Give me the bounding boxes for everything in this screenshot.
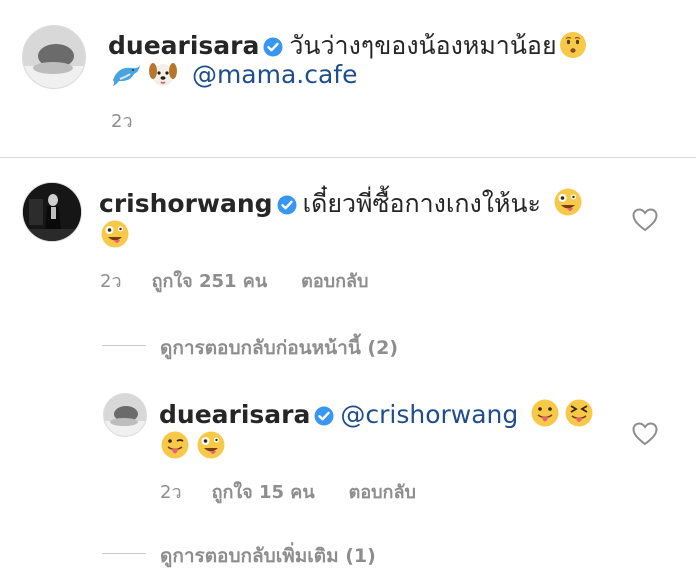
caption-mention[interactable]: @mama.cafe — [192, 60, 358, 89]
hushed-face-emoji — [559, 32, 586, 58]
caption-timestamp: 2ว — [111, 111, 133, 132]
tongue-out-emoji — [531, 399, 559, 427]
heart-outline-icon[interactable] — [632, 208, 658, 232]
comment-1-meta: 2ว ถูกใจ 251 คน ตอบกลับ — [100, 266, 402, 295]
view-more-replies-button[interactable]: ดูการตอบกลับเพิ่มเติม (1) — [160, 541, 376, 571]
reply-reply-button[interactable]: ตอบกลับ — [349, 482, 416, 503]
reply-timestamp: 2ว — [160, 482, 182, 503]
reply-likes[interactable]: ถูกใจ 15 คน — [212, 482, 315, 503]
reply-line: duearisara @crishorwang — [159, 398, 594, 430]
thread-line — [102, 553, 146, 554]
dog-face-emoji — [149, 63, 177, 86]
reply-line-2 — [160, 430, 226, 462]
caption-text: วันว่างๆของน้องหมาน้อย — [289, 31, 557, 60]
verified-badge-icon — [277, 195, 297, 215]
comment-1-timestamp: 2ว — [100, 271, 122, 292]
caption-divider — [0, 157, 696, 158]
reply-mention[interactable]: @crishorwang — [340, 400, 518, 429]
comment-1-likes[interactable]: ถูกใจ 251 คน — [152, 271, 268, 292]
verified-badge-icon — [314, 406, 334, 426]
avatar[interactable] — [103, 393, 147, 437]
reply-username[interactable]: duearisara — [159, 400, 310, 429]
zany-face-emoji — [554, 188, 582, 216]
heart-outline-icon[interactable] — [632, 422, 658, 446]
squinting-tongue-emoji — [565, 399, 593, 427]
avatar[interactable] — [22, 25, 86, 89]
comment-1-line-2 — [100, 219, 130, 251]
thread-line — [102, 345, 146, 346]
zany-face-emoji — [197, 431, 225, 459]
avatar[interactable] — [22, 182, 82, 242]
dolphin-emoji — [113, 65, 140, 86]
comment-1-reply-button[interactable]: ตอบกลับ — [301, 271, 368, 292]
caption-line: duearisara วันว่างๆของน้องหมาน้อย — [108, 31, 587, 61]
view-previous-replies-button[interactable]: ดูการตอบกลับก่อนหน้านี้ (2) — [160, 333, 398, 363]
caption-line-2: @mama.cafe — [110, 60, 358, 90]
zany-face-emoji — [101, 220, 129, 248]
reply-meta: 2ว ถูกใจ 15 คน ตอบกลับ — [160, 477, 450, 506]
winking-tongue-emoji — [161, 431, 189, 459]
comment-1-username[interactable]: crishorwang — [99, 189, 273, 218]
comment-1-text: เดี๋ยวพี่ซื้อกางเกงให้นะ — [302, 189, 541, 218]
comment-1-line: crishorwang เดี๋ยวพี่ซื้อกางเกงให้นะ — [99, 187, 583, 219]
caption-username[interactable]: duearisara — [108, 31, 259, 60]
verified-badge-icon — [263, 37, 283, 57]
